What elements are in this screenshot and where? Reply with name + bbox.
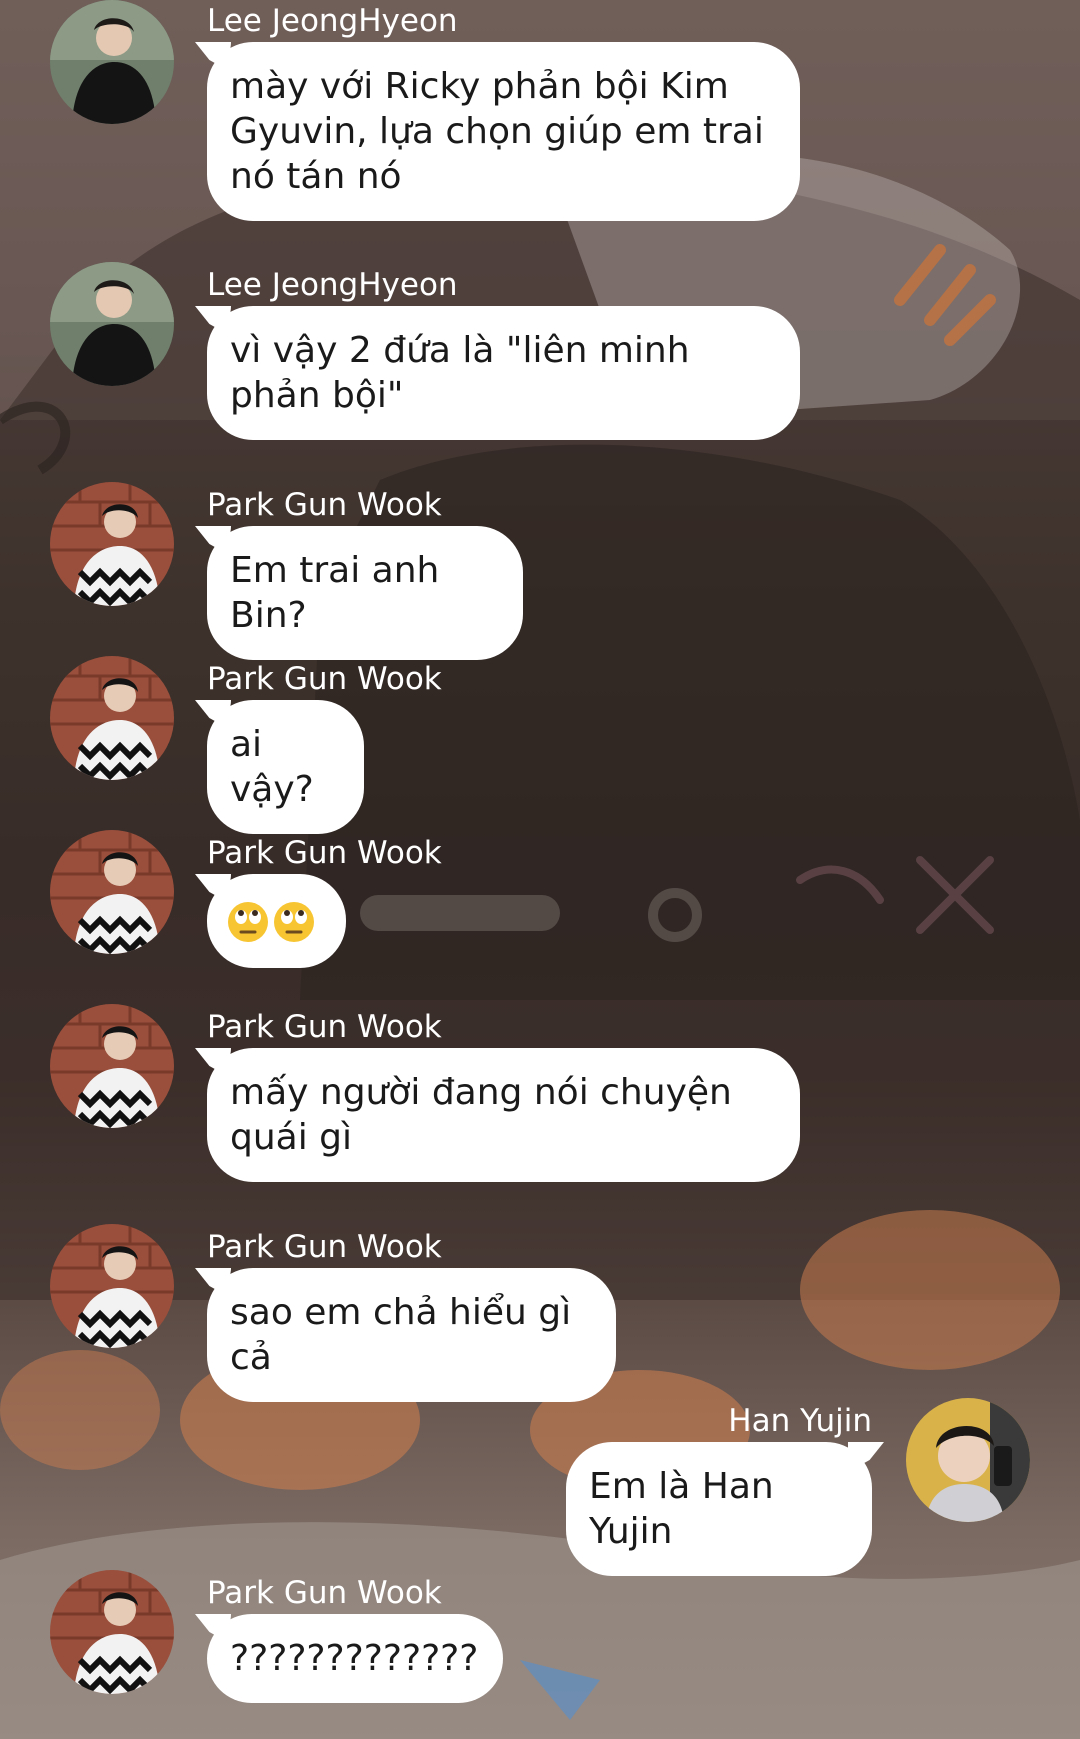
message-bubble[interactable]: sao em chả hiểu gì cả bbox=[207, 1268, 616, 1402]
avatar-photo bbox=[906, 1398, 1030, 1522]
sender-name: Lee JeongHyeon bbox=[207, 3, 458, 39]
avatar-photo bbox=[50, 1224, 174, 1348]
avatar-photo bbox=[50, 656, 174, 780]
sender-name: Park Gun Wook bbox=[207, 661, 442, 697]
avatar-park-gun-wook[interactable] bbox=[50, 1004, 174, 1128]
avatar-photo bbox=[50, 1004, 174, 1128]
avatar-lee-jeonghyeon[interactable] bbox=[50, 0, 174, 124]
avatar-photo bbox=[50, 0, 174, 124]
sender-name: Han Yujin bbox=[728, 1403, 872, 1439]
eye-roll-emoji bbox=[228, 902, 268, 942]
avatar-park-gun-wook[interactable] bbox=[50, 482, 174, 606]
avatar-park-gun-wook[interactable] bbox=[50, 656, 174, 780]
message-bubble[interactable]: ai vậy? bbox=[207, 700, 364, 834]
message-bubble[interactable] bbox=[207, 874, 346, 968]
sender-name: Park Gun Wook bbox=[207, 1009, 442, 1045]
avatar-park-gun-wook[interactable] bbox=[50, 830, 174, 954]
avatar-lee-jeonghyeon[interactable] bbox=[50, 262, 174, 386]
avatar-han-yujin[interactable] bbox=[906, 1398, 1030, 1522]
avatar-park-gun-wook[interactable] bbox=[50, 1570, 174, 1694]
eye-roll-emoji bbox=[274, 902, 314, 942]
chat-screen: Lee JeongHyeon mày với Ricky phản bội Ki… bbox=[0, 0, 1080, 1739]
avatar-photo bbox=[50, 1570, 174, 1694]
sender-name: Park Gun Wook bbox=[207, 835, 442, 871]
avatar-park-gun-wook[interactable] bbox=[50, 1224, 174, 1348]
sender-name: Park Gun Wook bbox=[207, 1575, 442, 1611]
message-bubble[interactable]: ????????????? bbox=[207, 1614, 503, 1703]
message-bubble[interactable]: mấy người đang nói chuyện quái gì bbox=[207, 1048, 800, 1182]
message-bubble[interactable]: vì vậy 2 đứa là "liên minh phản bội" bbox=[207, 306, 800, 440]
sender-name: Lee JeongHyeon bbox=[207, 267, 458, 303]
avatar-photo bbox=[50, 830, 174, 954]
sender-name: Park Gun Wook bbox=[207, 487, 442, 523]
avatar-photo bbox=[50, 262, 174, 386]
message-bubble[interactable]: Em là Han Yujin bbox=[566, 1442, 872, 1576]
message-bubble[interactable]: Em trai anh Bin? bbox=[207, 526, 523, 660]
message-bubble[interactable]: mày với Ricky phản bội Kim Gyuvin, lựa c… bbox=[207, 42, 800, 221]
sender-name: Park Gun Wook bbox=[207, 1229, 442, 1265]
avatar-photo bbox=[50, 482, 174, 606]
